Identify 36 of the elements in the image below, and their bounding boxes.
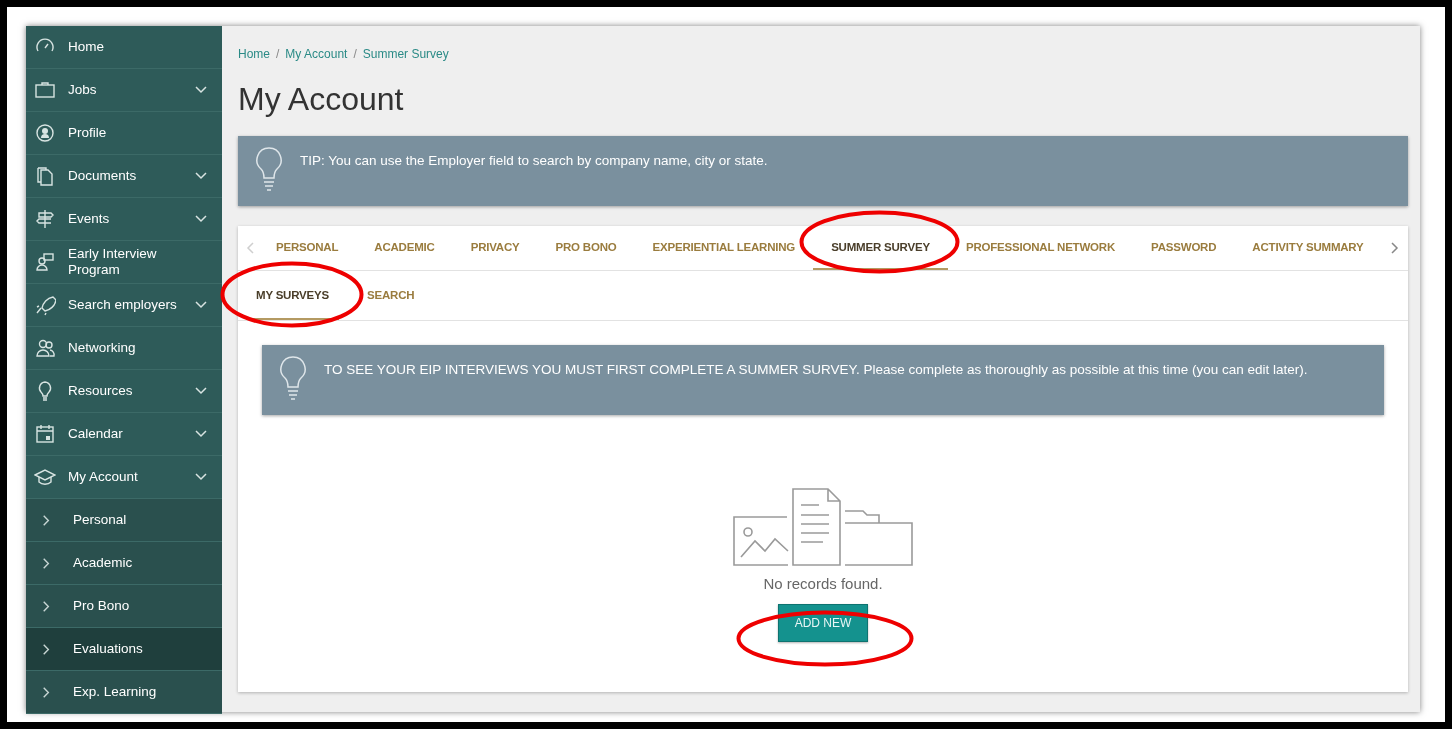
tab[interactable]: ACTIVITY SUMMARY — [1234, 226, 1382, 270]
sidebar-subitem[interactable]: Academic — [26, 542, 222, 585]
tab[interactable]: EXPERIENTIAL LEARNING — [634, 226, 814, 270]
tab[interactable]: SEARCH — [357, 271, 425, 320]
tab[interactable]: PRIVACY — [452, 226, 538, 270]
breadcrumb-link[interactable]: Home — [238, 47, 270, 61]
sidebar-subitem[interactable]: Pro Bono — [26, 585, 222, 628]
sidebar-subitem[interactable]: Evaluations — [26, 628, 222, 671]
tab[interactable]: PASSWORD — [1133, 226, 1235, 270]
breadcrumb-link[interactable]: My Account — [285, 47, 348, 61]
breadcrumb-separator: / — [353, 47, 357, 61]
rocket-icon — [34, 294, 56, 316]
person-icon — [34, 122, 56, 144]
tab[interactable]: ACADEMIC — [356, 226, 453, 270]
documents-icon — [34, 165, 56, 187]
tab[interactable]: PERSONAL — [258, 226, 357, 270]
notice-text: TO SEE YOUR EIP INTERVIEWS YOU MUST FIRST COMPLETE A SUMMER SURVEY. Please complete as thoroughly as possible at this time (you can edit later). — [324, 361, 1308, 379]
sidebar-item[interactable]: Search employers — [26, 284, 222, 327]
sidebar-subitem[interactable]: Personal — [26, 499, 222, 542]
page-title: My Account — [238, 81, 405, 118]
briefcase-icon — [34, 79, 56, 101]
breadcrumb-link[interactable]: Summer Survey — [362, 47, 449, 61]
sidebar-item[interactable]: Calendar — [26, 413, 222, 456]
tab[interactable]: PRO BONO — [537, 226, 635, 270]
lightbulb-icon — [254, 146, 284, 192]
sidebar-subitem[interactable]: Exp. Learning — [26, 671, 222, 714]
empty-message: No records found. — [763, 575, 883, 592]
tip-text: TIP: You can use the Employer field to search by company name, city or state. — [300, 152, 768, 170]
tab[interactable]: PROFESSIONAL NETWORK — [947, 226, 1134, 270]
people-icon — [34, 337, 56, 359]
graduation-cap-icon — [34, 466, 56, 488]
calendar-icon — [34, 423, 56, 445]
breadcrumb-separator: / — [276, 47, 280, 61]
lightbulb-icon — [278, 355, 308, 401]
speech-person-icon — [34, 251, 56, 273]
signpost-icon — [34, 208, 56, 230]
